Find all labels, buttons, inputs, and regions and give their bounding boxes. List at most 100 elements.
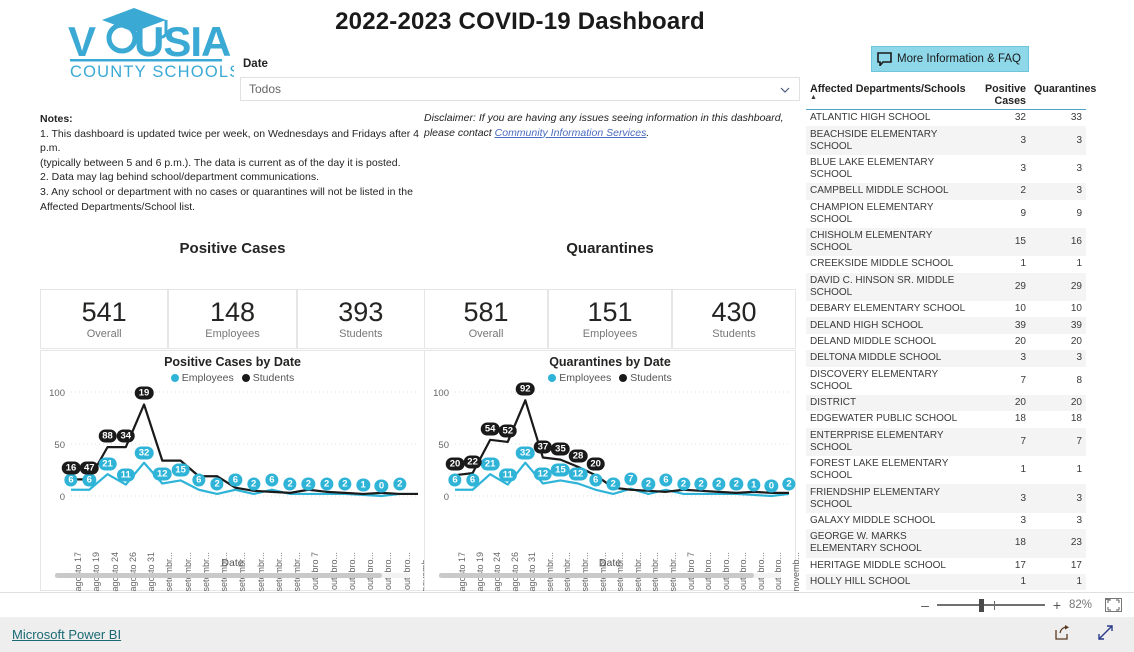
- sort-ascending-icon[interactable]: ▲: [810, 94, 970, 101]
- kpi-positive-overall: 541 Overall: [40, 289, 169, 349]
- table-body: ATLANTIC HIGH SCHOOL 32 33 BEACHSIDE ELEMEN…: [806, 110, 1086, 593]
- chart-data-label-students: 22: [463, 455, 482, 469]
- table-row[interactable]: CHISHOLM ELEMENTARY SCHOOL 15 16: [806, 227, 1086, 257]
- table-cell-school-name: CAMPBELL MIDDLE SCHOOL: [806, 183, 974, 200]
- legend-item-employees-q[interactable]: Employees: [548, 372, 611, 384]
- table-row[interactable]: DISTRICT 20 20: [806, 394, 1086, 412]
- table-cell-positive-cases: 20: [974, 394, 1030, 412]
- table-row[interactable]: ENTERPRISE ELEMENTARY SCHOOL 7 7: [806, 427, 1086, 456]
- table-cell-school-name: DELAND HIGH SCHOOL: [806, 317, 974, 334]
- table-row[interactable]: DEBARY ELEMENTARY SCHOOL 10 10: [806, 301, 1086, 317]
- kpi-quarantine-students: 430 Students: [672, 289, 796, 349]
- kpi-positive-students-label: Students: [339, 327, 383, 340]
- kpi-quarantine-employees-value: 151: [587, 296, 633, 327]
- table-cell-positive-cases: 3: [974, 484, 1030, 513]
- table-cell-quarantines: 7: [1030, 427, 1086, 456]
- table-row[interactable]: DELAND MIDDLE SCHOOL 20 20: [806, 334, 1086, 350]
- table-cell-quarantines: 3: [1030, 183, 1086, 200]
- positive-cases-hscroll-track[interactable]: [55, 573, 410, 578]
- table-cell-school-name: HERITAGE MIDDLE SCHOOL: [810, 559, 946, 571]
- table-row[interactable]: ATLANTIC HIGH SCHOOL 32 33: [806, 110, 1086, 127]
- table-cell-quarantines: 23: [1030, 529, 1086, 558]
- chart-data-label-employees: 12: [533, 467, 553, 481]
- chart-data-label-students: 19: [134, 386, 154, 400]
- chart-data-label-students: 28: [568, 449, 588, 463]
- kpi-positive-overall-value: 541: [81, 296, 127, 327]
- table-cell-positive-cases: 17: [1014, 559, 1026, 571]
- positive-cases-hscroll-thumb[interactable]: [55, 573, 382, 578]
- zoom-slider[interactable]: [937, 598, 1045, 612]
- table-cell-school-name: DELTONA MIDDLE SCHOOL: [806, 350, 974, 367]
- table-cell-quarantines: 10: [1070, 303, 1082, 315]
- more-information-faq-button[interactable]: More Information & FAQ: [871, 46, 1029, 72]
- table-row[interactable]: FRIENDSHIP ELEMENTARY SCHOOL 3 3: [806, 484, 1086, 513]
- quarantines-hscroll-thumb[interactable]: [439, 573, 754, 578]
- table-row[interactable]: CAMPBELL MIDDLE SCHOOL 2 3: [806, 183, 1086, 200]
- table-cell-positive-cases: 18: [974, 529, 1030, 558]
- table-cell-positive-cases: 39: [974, 317, 1030, 334]
- svg-text:0: 0: [444, 492, 449, 502]
- table-cell-positive-cases: 32: [1014, 112, 1026, 124]
- table-cell-positive-cases: 3: [1020, 514, 1026, 526]
- share-icon[interactable]: [1054, 624, 1071, 646]
- table-row[interactable]: DISCOVERY ELEMENTARY SCHOOL 7 8: [806, 367, 1086, 395]
- zoom-slider-thumb[interactable]: [979, 599, 984, 612]
- chart-data-label-students: 37: [533, 440, 553, 454]
- table-cell-school-name: ENTERPRISE ELEMENTARY SCHOOL: [806, 427, 974, 456]
- table-row[interactable]: HOLLY HILL SCHOOL 1 1: [806, 573, 1086, 591]
- table-row[interactable]: GALAXY MIDDLE SCHOOL 3 3: [806, 513, 1086, 529]
- table-row[interactable]: BLUE LAKE ELEMENTARY SCHOOL 3 3: [806, 155, 1086, 183]
- table-row[interactable]: GEORGE W. MARKS ELEMENTARY SCHOOL 18 23: [806, 529, 1086, 558]
- quarantines-chart-panel[interactable]: Quarantines by Date Employees Students 0…: [424, 350, 801, 592]
- footer-bar: Microsoft Power BI: [0, 617, 1134, 652]
- legend-item-students-q[interactable]: Students: [619, 372, 672, 384]
- table-row[interactable]: DELTONA MIDDLE SCHOOL 3 3: [806, 350, 1086, 367]
- positive-cases-plot-area: 0 50 100 6 6 21 11 32 12 15 6 2 6 2 6 2 2 2 2 1 0 2 16 47 88 34 19: [41, 384, 424, 502]
- zoom-controls: – + 82%: [919, 597, 1134, 613]
- table-row[interactable]: DAVID C. HINSON SR. MIDDLE SCHOOL 29 29: [806, 272, 1086, 301]
- notes-line-2: (typically between 5 and 6 p.m.). The da…: [40, 156, 401, 169]
- chart-data-label-students: 20: [586, 457, 605, 471]
- zoom-out-button[interactable]: –: [919, 597, 931, 613]
- chart-data-label-employees: 15: [551, 463, 570, 477]
- table-cell-quarantines: 3: [1030, 126, 1086, 155]
- footer-icon-group: [1054, 624, 1134, 646]
- column-header-quarantines[interactable]: Quarantines: [1030, 80, 1096, 110]
- disclaimer-text-end: .: [646, 126, 650, 139]
- table-cell-quarantines: 1: [1076, 258, 1082, 270]
- column-header-positive-cases[interactable]: Positive Cases: [974, 80, 1030, 110]
- table-row[interactable]: BEACHSIDE ELEMENTARY SCHOOL 3 3: [806, 126, 1086, 155]
- chevron-down-icon[interactable]: [779, 83, 791, 95]
- svg-text:100: 100: [433, 388, 449, 399]
- svg-text:50: 50: [54, 440, 65, 451]
- svg-text:100: 100: [49, 388, 65, 399]
- kpi-positive-employees-value: 148: [209, 296, 256, 327]
- chart-data-label-students: 92: [516, 382, 535, 396]
- table-row[interactable]: DELAND HIGH SCHOOL 39 39: [806, 317, 1086, 334]
- notes-line-3: 2. Data may lag behind school/department…: [40, 171, 319, 184]
- table-cell-school-name: ATLANTIC HIGH SCHOOL: [810, 112, 931, 124]
- positive-cases-chart-legend: Employees Students: [41, 372, 424, 384]
- table-cell-positive-cases: 3: [1020, 162, 1026, 174]
- positive-cases-x-axis-ticks: agosto 17 agosto 19 agosto 24 agosto 26 agos…: [71, 502, 430, 592]
- table-row[interactable]: CREEKSIDE MIDDLE SCHOOL 1 1: [806, 256, 1086, 272]
- chart-data-label-employees: 12: [568, 467, 588, 481]
- table-cell-school-name: DELAND MIDDLE SCHOOL: [810, 335, 937, 347]
- date-slicer-dropdown[interactable]: Todos: [240, 77, 800, 101]
- table-row[interactable]: HERITAGE MIDDLE SCHOOL 17 17: [806, 558, 1086, 574]
- table-row[interactable]: FOREST LAKE ELEMENTARY SCHOOL 1 1: [806, 456, 1086, 484]
- fit-to-page-icon[interactable]: [1105, 598, 1122, 612]
- zoom-in-button[interactable]: +: [1051, 597, 1063, 613]
- notes-line-4: 3. Any school or department with no case…: [40, 185, 413, 198]
- microsoft-power-bi-link[interactable]: Microsoft Power BI: [12, 627, 121, 642]
- community-information-services-link[interactable]: Community Information Services: [495, 127, 647, 139]
- quarantines-hscroll-track[interactable]: [439, 573, 781, 578]
- fullscreen-icon[interactable]: [1097, 624, 1114, 646]
- table-row[interactable]: CHAMPION ELEMENTARY SCHOOL 9 9: [806, 200, 1086, 228]
- table-row[interactable]: EDGEWATER PUBLIC SCHOOL 18 18: [806, 411, 1086, 427]
- column-header-affected-departments[interactable]: Affected Departments/Schools ▲: [806, 80, 974, 110]
- chart-data-label-students: 47: [79, 461, 99, 475]
- legend-item-students[interactable]: Students: [241, 372, 294, 384]
- legend-item-employees[interactable]: Employees: [170, 372, 234, 384]
- positive-cases-chart-panel[interactable]: Positive Cases by Date Employees Student…: [40, 350, 430, 592]
